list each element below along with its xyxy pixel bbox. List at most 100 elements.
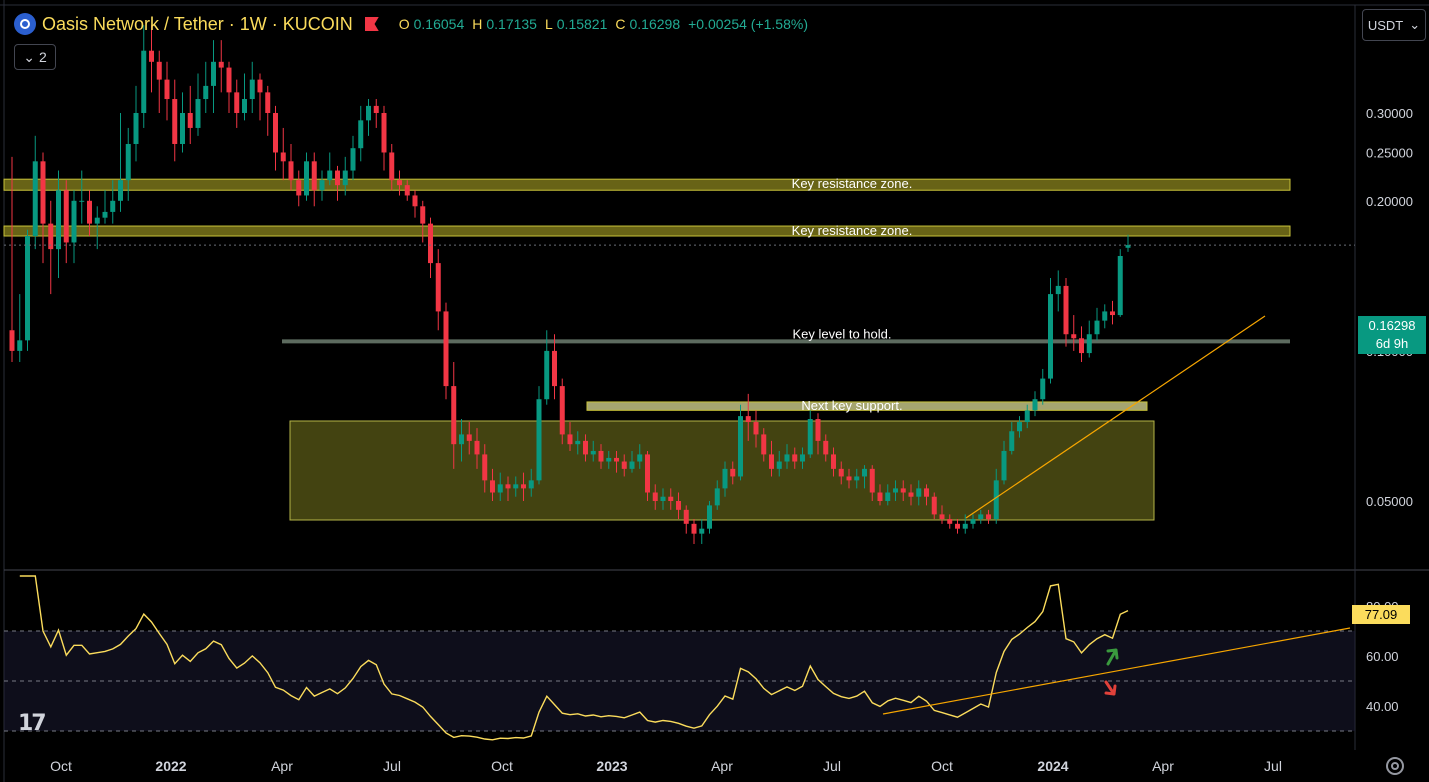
price-chart[interactable]: Oct 2022 Apr Jul Oct 2023 Apr Jul Oct 2024 Apr Jul 0… <box>0 0 1429 782</box>
annotation-zone <box>3 225 1291 237</box>
candle-body <box>335 170 340 186</box>
candle-body <box>583 440 588 455</box>
bar-countdown: 6d 9h <box>1375 336 1409 351</box>
currency-select[interactable]: USDT ⌄ <box>1362 9 1426 41</box>
annotation-label: Key resistance zone. <box>792 176 913 191</box>
candle-body <box>637 454 643 462</box>
candle-body <box>1079 338 1084 354</box>
candle-body <box>528 480 534 489</box>
candle-body <box>1110 311 1115 316</box>
time-axis-label: Oct <box>491 758 513 774</box>
candle-body <box>505 484 511 489</box>
candle-body <box>218 61 224 68</box>
candle-body <box>490 480 495 493</box>
candle-body <box>854 476 860 481</box>
candle-body <box>707 505 712 529</box>
candle-body <box>776 461 782 469</box>
candle-body <box>916 488 922 497</box>
candle-body <box>125 143 131 181</box>
candle-body <box>730 468 736 477</box>
candle-body <box>792 454 798 462</box>
candle-body <box>614 457 619 462</box>
candle-body <box>164 79 170 100</box>
candle-body <box>521 484 526 489</box>
candle-body <box>838 468 844 477</box>
candle-body <box>366 105 371 121</box>
time-axis-label: Jul <box>1264 758 1282 774</box>
chevron-down-icon: ⌄ <box>1409 17 1421 32</box>
candle-body <box>691 523 697 534</box>
candle-body <box>885 492 891 501</box>
candle-body <box>304 161 309 196</box>
candle-body <box>110 200 116 212</box>
indicators-collapse-button[interactable]: ⌄ 2 <box>14 44 56 70</box>
candle-body <box>319 180 325 191</box>
time-axis-label: Apr <box>1152 758 1174 774</box>
candle-body <box>769 454 774 469</box>
candle-body <box>242 99 247 113</box>
candle-body <box>753 422 759 435</box>
candle-body <box>412 195 418 207</box>
candle-body <box>939 514 945 520</box>
candle-body <box>1024 410 1030 423</box>
candle-body <box>474 440 480 455</box>
rsi-axis-tick: 60.00 <box>1366 649 1399 664</box>
symbol-logo-icon <box>14 13 36 35</box>
candle-body <box>544 350 550 400</box>
candle-body <box>459 434 464 445</box>
chart-header: Oasis Network / Tether · 1W · KUCOIN O 0.… <box>14 13 812 35</box>
candle-body <box>668 496 674 501</box>
candle-body <box>993 480 999 520</box>
candle-body <box>955 523 960 529</box>
candle-body <box>288 161 294 181</box>
candle-body <box>265 92 271 113</box>
candle-body <box>823 440 829 455</box>
time-axis-label: 2024 <box>1037 758 1068 774</box>
price-axis-tick: 0.25000 <box>1366 145 1413 160</box>
candle-body <box>497 484 503 493</box>
support-range-box <box>289 420 1155 521</box>
candle-body <box>273 113 278 153</box>
candle-body <box>350 148 356 171</box>
candle-body <box>1017 422 1022 432</box>
candle-body <box>381 113 387 153</box>
candle-body <box>25 235 30 341</box>
candle-body <box>513 484 519 489</box>
candle-body <box>908 492 914 497</box>
flag-icon[interactable] <box>364 17 379 31</box>
candle-body <box>63 190 69 243</box>
last-price-tag: 0.16298 6d 9h <box>1358 316 1426 354</box>
candle-body <box>738 416 743 477</box>
candle-body <box>195 99 201 128</box>
candle-body <box>280 152 286 162</box>
candle-body <box>714 488 720 506</box>
annotation-label: Key resistance zone. <box>792 223 913 238</box>
candle-body <box>924 488 929 497</box>
candle-body <box>1055 285 1061 295</box>
candle-body <box>598 450 604 462</box>
annotation-label: Key level to hold. <box>792 326 891 341</box>
candle-body <box>536 399 542 481</box>
candle-body <box>1032 399 1038 411</box>
ohlc-change: +0.00254 (+1.58%) <box>688 16 808 32</box>
candle-body <box>846 476 852 481</box>
candle-body <box>56 190 61 250</box>
candle-body <box>1001 450 1007 481</box>
ohlc-close-value: 0.16298 <box>629 16 681 32</box>
candle-body <box>1009 431 1015 451</box>
candle-body <box>443 311 449 387</box>
candle-body <box>676 501 681 510</box>
gear-icon[interactable] <box>1386 757 1404 775</box>
candle-body <box>482 454 488 481</box>
candle-body <box>156 61 162 80</box>
tradingview-logo-icon[interactable]: 17 <box>18 711 47 736</box>
time-axis-label: 2022 <box>155 758 186 774</box>
candle-body <box>180 113 185 144</box>
rsi-axis-tick: 40.00 <box>1366 699 1399 714</box>
symbol-title[interactable]: Oasis Network / Tether · 1W · KUCOIN <box>42 14 353 35</box>
chevron-down-icon: ⌄ <box>23 48 35 65</box>
candle-body <box>404 185 410 196</box>
candle-body <box>575 440 581 445</box>
candle-body <box>249 79 255 100</box>
candle-body <box>900 488 906 493</box>
